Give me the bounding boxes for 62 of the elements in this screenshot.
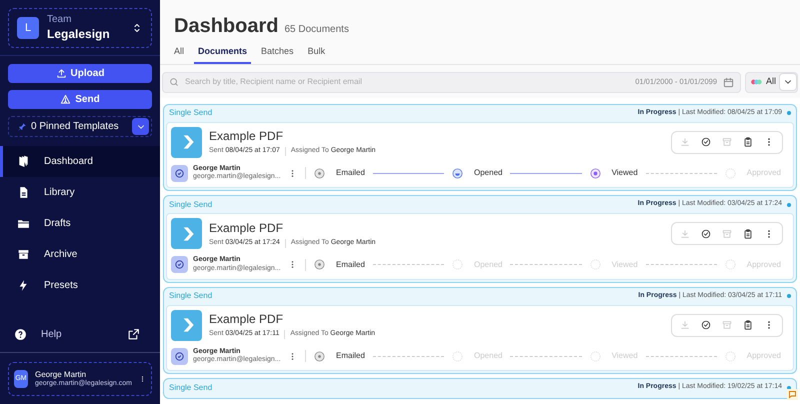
clipboard-icon[interactable] xyxy=(743,320,753,330)
nav-label: Archive xyxy=(44,248,78,262)
help-link[interactable]: Help xyxy=(41,327,113,342)
external-link-icon[interactable] xyxy=(127,328,140,341)
document-title[interactable]: Example PDF xyxy=(209,310,664,328)
status-filter[interactable]: All xyxy=(745,72,798,92)
document-type: Single Send xyxy=(169,198,214,210)
team-name: Legalesign xyxy=(47,26,111,42)
nav-label: Dashboard xyxy=(44,155,93,169)
step-label: Emailed xyxy=(336,350,365,362)
upload-icon xyxy=(56,68,67,79)
chat-button[interactable] xyxy=(787,389,798,400)
check-circle-icon[interactable] xyxy=(701,228,711,238)
dashboard-icon xyxy=(17,155,30,168)
check-circle-icon xyxy=(174,350,185,362)
nav-item[interactable]: Drafts xyxy=(0,208,160,239)
check-circle-icon[interactable] xyxy=(701,320,711,330)
step-label: Opened xyxy=(474,167,502,180)
search-icon xyxy=(169,77,179,87)
clipboard-icon[interactable] xyxy=(743,228,753,238)
tab[interactable]: Batches xyxy=(257,45,298,64)
check-circle-icon xyxy=(174,168,185,179)
step-label: Viewed xyxy=(612,167,638,180)
user-name: George Martin xyxy=(35,370,88,380)
step-label: Emailed xyxy=(336,258,365,271)
send-icon xyxy=(60,94,72,105)
pin-icon xyxy=(17,122,27,132)
team-switcher[interactable]: L Team Legalesign xyxy=(8,8,152,48)
document-type: Single Send xyxy=(169,290,214,302)
page-title: Dashboard xyxy=(174,14,278,39)
more-vertical-icon xyxy=(139,374,146,384)
upload-button[interactable]: Upload xyxy=(8,64,152,83)
nav-label: Presets xyxy=(44,279,78,293)
team-label: Team xyxy=(47,14,72,27)
check-circle-icon[interactable] xyxy=(701,137,711,147)
document-type: Single Send xyxy=(169,382,214,394)
document-count: 65 Documents xyxy=(284,23,349,37)
pinned-templates-label: 0 Pinned Templates xyxy=(31,120,120,134)
filter-label: All xyxy=(766,75,776,88)
calendar-icon xyxy=(723,76,734,88)
nav-label: Library xyxy=(44,186,75,200)
nav-label: Drafts xyxy=(44,217,71,231)
tab[interactable]: Bulk xyxy=(304,45,330,64)
tab[interactable]: Documents xyxy=(194,45,252,64)
document-title[interactable]: Example PDF xyxy=(209,127,664,146)
nav-item[interactable]: Presets xyxy=(0,270,160,301)
send-button[interactable]: Send xyxy=(8,90,152,109)
check-circle-icon xyxy=(174,259,185,270)
tab[interactable]: All xyxy=(170,45,188,64)
document-type: Single Send xyxy=(169,107,214,119)
archive-icon xyxy=(17,248,30,261)
dropdown-button[interactable] xyxy=(132,118,149,135)
nav-item[interactable]: Dashboard xyxy=(0,146,160,177)
pinned-templates-selector[interactable]: 0 Pinned Templates xyxy=(8,116,152,137)
clipboard-icon[interactable] xyxy=(743,137,753,147)
help-icon xyxy=(14,328,27,341)
document-title[interactable]: Example PDF xyxy=(209,218,664,237)
team-avatar: L xyxy=(17,17,39,39)
nav-item[interactable]: Archive xyxy=(0,239,160,270)
nav-item[interactable]: Library xyxy=(0,177,160,208)
step-label: Emailed xyxy=(336,167,365,180)
chat-icon xyxy=(788,390,797,399)
